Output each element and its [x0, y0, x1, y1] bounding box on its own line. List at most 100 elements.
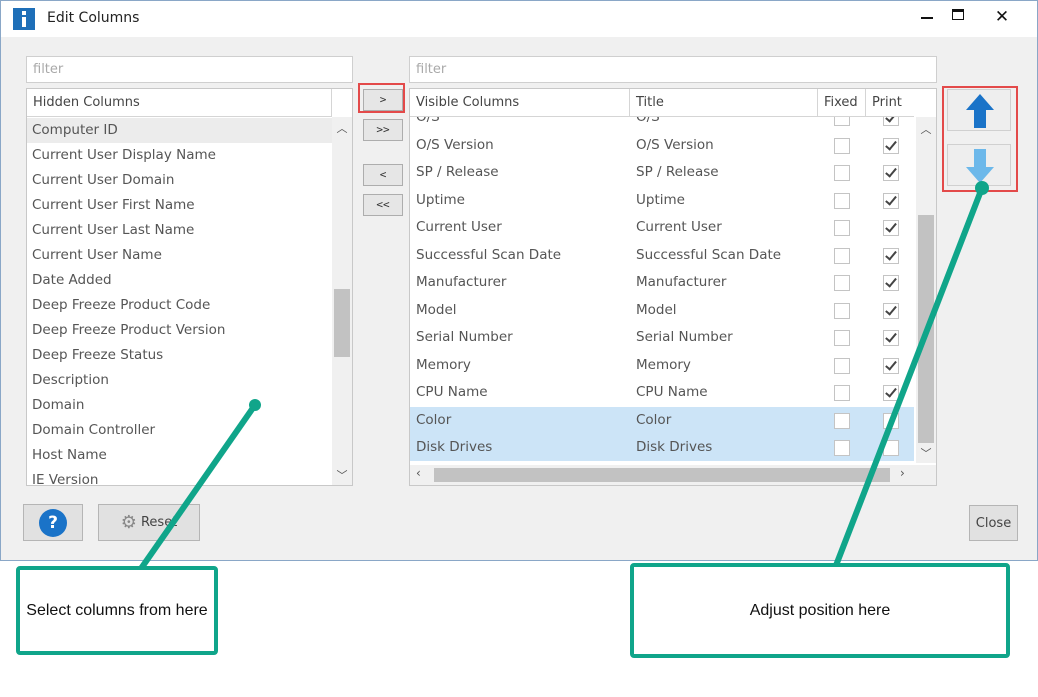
hidden-column-item[interactable]: Current User Domain — [27, 168, 332, 193]
fixed-checkbox[interactable] — [834, 412, 850, 429]
print-checkbox[interactable] — [883, 220, 899, 236]
visible-column-row[interactable]: Uptime Uptime — [410, 187, 914, 214]
print-checkbox[interactable] — [883, 330, 899, 346]
visible-column-row[interactable]: Successful Scan Date Successful Scan Date — [410, 242, 914, 269]
hidden-column-item[interactable]: Description — [27, 368, 332, 393]
reset-button[interactable]: ⚙ Reset — [98, 504, 200, 541]
hidden-scroll-thumb[interactable] — [334, 289, 350, 357]
hidden-column-item[interactable]: IE Version — [27, 468, 332, 485]
visible-columns-grid: Visible Columns Title Fixed Print O/S O/S… — [409, 88, 937, 486]
header-fixed[interactable]: Fixed — [818, 89, 866, 117]
minimize-button[interactable] — [911, 4, 943, 30]
hidden-column-item[interactable]: Domain Controller — [27, 418, 332, 443]
header-print[interactable]: Print — [866, 89, 914, 117]
close-button[interactable]: Close — [969, 505, 1018, 541]
hidden-column-item[interactable]: Current User First Name — [27, 193, 332, 218]
visible-column-title[interactable]: SP / Release — [630, 159, 818, 186]
hidden-list-scrollbar[interactable]: ︿ ﹀ — [332, 117, 352, 485]
fixed-checkbox[interactable] — [834, 385, 850, 401]
remove-all-columns-button[interactable]: << — [363, 194, 403, 216]
fixed-checkbox[interactable] — [834, 220, 850, 236]
print-checkbox[interactable] — [883, 357, 899, 374]
hidden-column-item[interactable]: Date Added — [27, 268, 332, 293]
check-icon — [885, 357, 897, 371]
visible-scroll-up-icon[interactable]: ︿ — [916, 121, 936, 137]
scroll-down-icon[interactable]: ﹀ — [332, 467, 352, 483]
visible-column-row[interactable]: Manufacturer Manufacturer — [410, 269, 914, 296]
visible-list-hscrollbar[interactable]: ‹ › — [410, 465, 936, 485]
print-checkbox[interactable] — [883, 385, 899, 401]
header-title[interactable]: Title — [630, 89, 818, 117]
print-checkbox[interactable] — [883, 165, 899, 181]
fixed-checkbox[interactable] — [834, 440, 850, 456]
fixed-checkbox[interactable] — [834, 137, 850, 154]
visible-column-title[interactable]: Current User — [630, 214, 818, 241]
print-checkbox[interactable] — [883, 192, 899, 209]
visible-column-row[interactable]: SP / Release SP / Release — [410, 159, 914, 186]
visible-column-title[interactable]: Memory — [630, 352, 818, 379]
hidden-filter-input[interactable] — [26, 56, 353, 83]
visible-scroll-thumb[interactable] — [918, 215, 934, 443]
header-visible-columns[interactable]: Visible Columns — [410, 89, 630, 117]
visible-column-row[interactable]: Model Model — [410, 297, 914, 324]
hidden-column-item[interactable]: Host Name — [27, 443, 332, 468]
print-checkbox[interactable] — [883, 137, 899, 154]
print-checkbox[interactable] — [883, 275, 899, 291]
visible-column-title[interactable]: Disk Drives — [630, 434, 818, 461]
check-icon — [885, 137, 897, 151]
visible-column-name: O/S — [416, 117, 440, 125]
visible-hscroll-thumb[interactable] — [434, 468, 890, 482]
visible-column-title[interactable]: O/S — [630, 117, 818, 131]
visible-column-title[interactable]: Serial Number — [630, 324, 818, 351]
fixed-checkbox[interactable] — [834, 165, 850, 181]
maximize-button[interactable] — [942, 4, 974, 30]
hidden-column-item[interactable]: Computer ID — [27, 118, 332, 143]
hidden-column-item[interactable]: Deep Freeze Product Code — [27, 293, 332, 318]
visible-column-row[interactable]: Memory Memory — [410, 352, 914, 379]
add-all-columns-button[interactable]: >> — [363, 119, 403, 141]
visible-list-scrollbar[interactable]: ︿ ﹀ — [916, 117, 936, 463]
fixed-checkbox[interactable] — [834, 247, 850, 264]
visible-scroll-down-icon[interactable]: ﹀ — [916, 445, 936, 461]
scroll-up-icon[interactable]: ︿ — [332, 120, 352, 136]
visible-column-title[interactable]: Manufacturer — [630, 269, 818, 296]
visible-column-row[interactable]: Current User Current User — [410, 214, 914, 241]
print-checkbox[interactable] — [883, 247, 899, 264]
hidden-column-item[interactable]: Current User Name — [27, 243, 332, 268]
scroll-right-icon[interactable]: › — [900, 466, 905, 480]
close-window-button[interactable]: ✕ — [986, 4, 1018, 30]
print-checkbox[interactable] — [883, 302, 899, 319]
visible-column-title[interactable]: Model — [630, 297, 818, 324]
remove-column-button[interactable]: < — [363, 164, 403, 186]
visible-column-title[interactable]: Successful Scan Date — [630, 242, 818, 269]
scroll-left-icon[interactable]: ‹ — [416, 466, 421, 480]
fixed-checkbox[interactable] — [834, 192, 850, 209]
print-checkbox[interactable] — [883, 440, 899, 456]
hidden-columns-header[interactable]: Hidden Columns — [27, 89, 332, 117]
visible-column-row[interactable]: O/S Version O/S Version — [410, 132, 914, 159]
visible-column-row[interactable]: CPU Name CPU Name — [410, 379, 914, 406]
print-checkbox[interactable] — [883, 117, 899, 126]
hidden-column-item[interactable]: Deep Freeze Product Version — [27, 318, 332, 343]
fixed-checkbox[interactable] — [834, 357, 850, 374]
visible-column-row[interactable]: O/S O/S — [410, 117, 914, 131]
hidden-column-item[interactable]: Current User Last Name — [27, 218, 332, 243]
visible-column-row[interactable]: Disk Drives Disk Drives — [410, 434, 914, 461]
visible-column-title[interactable]: CPU Name — [630, 379, 818, 406]
hidden-column-item[interactable]: Deep Freeze Status — [27, 343, 332, 368]
visible-column-title[interactable]: Color — [630, 407, 818, 434]
visible-filter-input[interactable] — [409, 56, 937, 83]
visible-column-title[interactable]: Uptime — [630, 187, 818, 214]
fixed-checkbox[interactable] — [834, 117, 850, 126]
app-logo-icon — [13, 8, 35, 30]
hidden-column-item[interactable]: Domain — [27, 393, 332, 418]
visible-column-row[interactable]: Serial Number Serial Number — [410, 324, 914, 351]
print-checkbox[interactable] — [883, 412, 899, 429]
fixed-checkbox[interactable] — [834, 302, 850, 319]
visible-column-title[interactable]: O/S Version — [630, 132, 818, 159]
visible-column-row[interactable]: Color Color — [410, 406, 914, 434]
help-button[interactable]: ? — [23, 504, 83, 541]
fixed-checkbox[interactable] — [834, 330, 850, 346]
hidden-column-item[interactable]: Current User Display Name — [27, 143, 332, 168]
fixed-checkbox[interactable] — [834, 275, 850, 291]
